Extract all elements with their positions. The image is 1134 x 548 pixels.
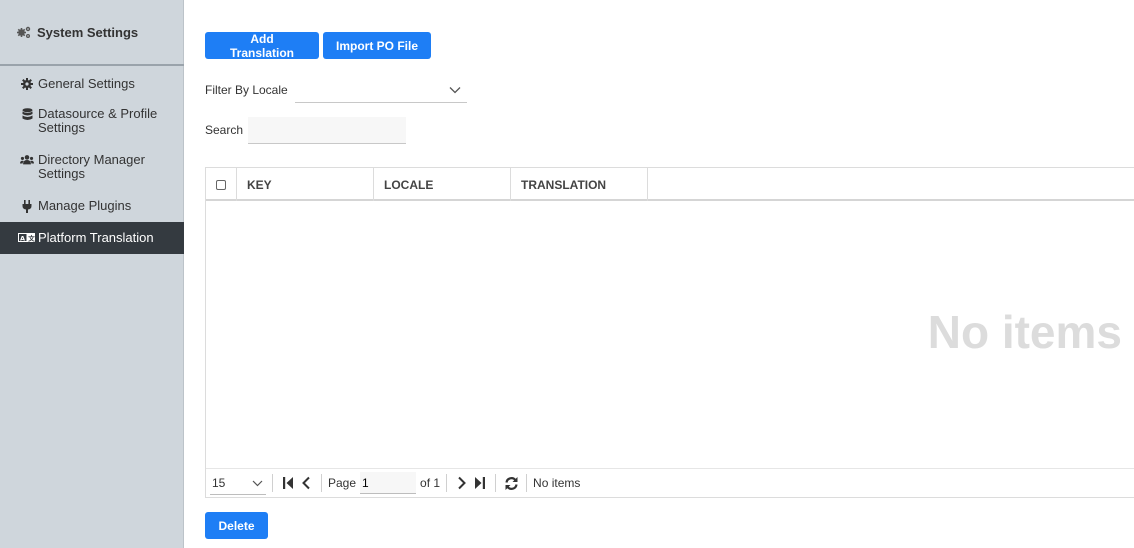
pager-status: No items: [533, 476, 581, 490]
sidebar-item-platform-translation[interactable]: A文 Platform Translation: [0, 222, 184, 254]
sidebar-item-datasource[interactable]: Datasource & Profile Settings: [0, 98, 184, 144]
sidebar: System Settings General Settings Datasou…: [0, 0, 184, 548]
sidebar-item-manage-plugins[interactable]: Manage Plugins: [0, 190, 184, 222]
last-page-icon[interactable]: [471, 473, 489, 493]
sidebar-item-label: General Settings: [38, 76, 135, 91]
sidebar-item-directory-manager[interactable]: Directory Manager Settings: [0, 144, 184, 190]
page-size-select[interactable]: 15: [210, 471, 266, 495]
locale-filter-select[interactable]: [295, 76, 467, 103]
sidebar-header: System Settings: [0, 0, 184, 66]
svg-text:文: 文: [27, 233, 35, 242]
next-page-icon[interactable]: [453, 473, 471, 493]
language-icon: A文: [18, 232, 35, 243]
page-size-value: 15: [212, 475, 226, 490]
sidebar-item-label: Platform Translation: [38, 230, 154, 245]
column-header-key[interactable]: KEY: [237, 168, 374, 201]
page-number-input[interactable]: [360, 472, 417, 494]
grid-header: KEY LOCALE TRANSLATION: [206, 168, 1134, 201]
translation-grid: KEY LOCALE TRANSLATION No items 15 Page …: [205, 167, 1134, 498]
sidebar-title: System Settings: [37, 24, 139, 40]
sidebar-item-label: Directory Manager Settings: [38, 152, 145, 181]
search-label: Search: [205, 123, 244, 137]
gear-icon: [20, 78, 34, 90]
separator: [446, 474, 448, 492]
chevron-down-icon: [449, 82, 461, 97]
column-header-locale[interactable]: LOCALE: [374, 168, 511, 201]
column-header-translation[interactable]: TRANSLATION: [511, 168, 648, 201]
sidebar-item-general-settings[interactable]: General Settings: [0, 68, 184, 98]
gears-icon: [16, 25, 32, 39]
import-po-file-button[interactable]: Import PO File: [323, 32, 431, 59]
first-page-icon[interactable]: [279, 473, 297, 493]
previous-page-icon[interactable]: [297, 473, 315, 493]
separator: [321, 474, 322, 492]
add-translation-button[interactable]: Add Translation: [205, 32, 319, 60]
svg-text:A: A: [20, 234, 25, 242]
grid-pager: 15 Page of 1: [206, 468, 1134, 497]
sidebar-item-label: Datasource & Profile Settings: [38, 106, 158, 135]
sidebar-nav: General Settings Datasource & Profile Se…: [0, 68, 184, 254]
chevron-down-icon: [252, 476, 263, 490]
separator: [526, 474, 528, 492]
sidebar-item-label: Manage Plugins: [38, 198, 132, 213]
refresh-icon[interactable]: [502, 473, 520, 493]
page-label: Page: [328, 476, 357, 490]
select-all-column: [206, 168, 237, 201]
empty-message: No items: [927, 306, 1122, 358]
separator: [272, 474, 273, 492]
main-content: Add Translation Import PO File Filter By…: [184, 0, 1134, 548]
separator: [495, 474, 497, 492]
search-input[interactable]: [248, 117, 406, 144]
page-count-label: of 1: [420, 476, 441, 490]
select-all-checkbox[interactable]: [216, 179, 226, 190]
filter-locale-label: Filter By Locale: [205, 83, 288, 97]
users-icon: [20, 154, 34, 166]
plug-icon: [20, 200, 34, 213]
delete-button[interactable]: Delete: [205, 512, 268, 539]
database-icon: [20, 108, 34, 121]
